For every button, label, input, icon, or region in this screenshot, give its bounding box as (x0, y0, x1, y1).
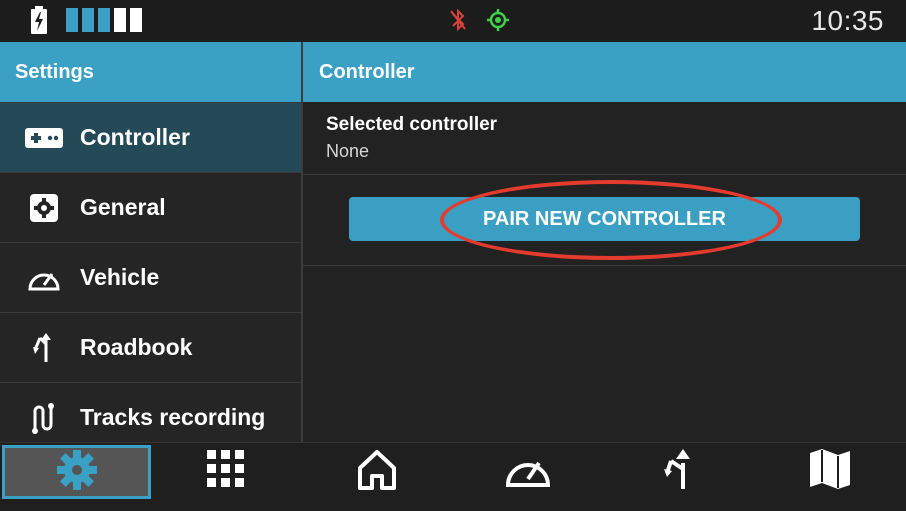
bluetooth-disabled-icon (448, 8, 468, 37)
signal-bars-icon (66, 8, 142, 32)
nav-roadbook[interactable] (603, 443, 754, 499)
selected-controller-value: None (326, 141, 370, 161)
home-icon (356, 448, 398, 495)
selected-controller-label: Selected controller (326, 114, 498, 135)
sidebar-item-label: Controller (80, 124, 190, 150)
sidebar-item-label: General (80, 194, 166, 220)
sidebar-item-roadbook[interactable]: Roadbook (0, 312, 301, 382)
panel-title: Controller (303, 42, 906, 102)
clock: 10:35 (811, 5, 884, 36)
gear-icon (24, 191, 64, 225)
nav-home[interactable] (301, 443, 452, 499)
sidebar-title: Settings (0, 42, 301, 102)
pair-row: PAIR NEW CONTROLLER (303, 175, 906, 266)
sidebar-item-label: Tracks recording (80, 404, 266, 430)
sidebar-item-general[interactable]: General (0, 172, 301, 242)
map-icon (808, 447, 852, 496)
roadbook-arrow-icon (661, 447, 697, 496)
status-bar: 10:35 (0, 0, 906, 40)
nav-map[interactable] (754, 443, 906, 499)
nav-settings[interactable] (2, 445, 151, 499)
selected-controller-row[interactable]: Selected controller None (303, 102, 906, 175)
sidebar-item-controller[interactable]: Controller (0, 102, 301, 172)
pair-new-controller-button[interactable]: PAIR NEW CONTROLLER (349, 197, 860, 241)
fork-arrow-icon (24, 331, 64, 365)
nav-apps[interactable] (151, 443, 301, 499)
speedometer-icon (503, 449, 553, 494)
speedometer-icon (24, 261, 64, 295)
track-path-icon (24, 401, 64, 435)
settings-sidebar: Settings Controller General Vehicle Road… (0, 42, 301, 442)
gamepad-icon (24, 121, 64, 155)
battery-charging-icon (30, 6, 48, 39)
gps-target-icon (486, 8, 510, 37)
bottom-nav (0, 442, 906, 511)
apps-grid-icon (206, 449, 246, 494)
nav-dashboard[interactable] (452, 443, 603, 499)
settings-gear-icon (55, 448, 99, 497)
sidebar-item-vehicle[interactable]: Vehicle (0, 242, 301, 312)
controller-panel: Controller Selected controller None PAIR… (303, 42, 906, 442)
sidebar-item-label: Vehicle (80, 264, 160, 290)
sidebar-item-label: Roadbook (80, 334, 193, 360)
